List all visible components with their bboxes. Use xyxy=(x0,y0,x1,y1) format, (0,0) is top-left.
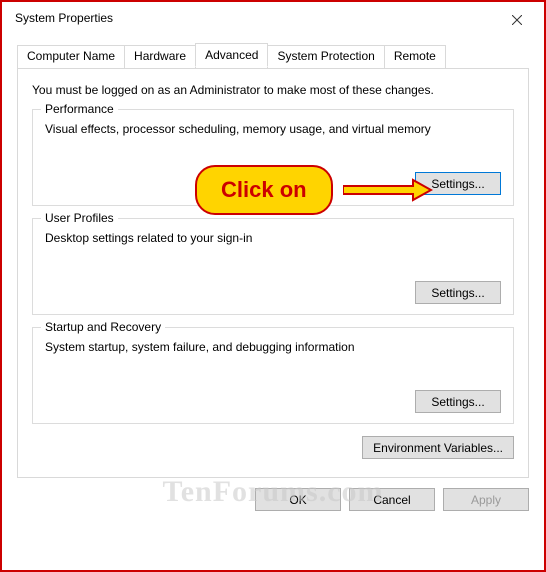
tab-advanced[interactable]: Advanced xyxy=(195,43,268,67)
ok-button[interactable]: OK xyxy=(255,488,341,511)
environment-variables-button[interactable]: Environment Variables... xyxy=(362,436,514,459)
content-area: Computer Name Hardware Advanced System P… xyxy=(5,39,541,478)
user-profiles-settings-button[interactable]: Settings... xyxy=(415,281,501,304)
group-user-profiles-desc: Desktop settings related to your sign-in xyxy=(45,231,501,245)
tab-system-protection[interactable]: System Protection xyxy=(267,45,384,69)
cancel-button[interactable]: Cancel xyxy=(349,488,435,511)
group-startup-recovery: Startup and Recovery System startup, sys… xyxy=(32,327,514,424)
callout-text: Click on xyxy=(221,177,307,202)
startup-recovery-settings-button[interactable]: Settings... xyxy=(415,390,501,413)
close-icon xyxy=(512,15,522,25)
group-startup-recovery-actions: Settings... xyxy=(45,390,501,413)
group-performance-title: Performance xyxy=(41,102,118,116)
callout-bubble: Click on xyxy=(195,165,333,215)
group-startup-recovery-desc: System startup, system failure, and debu… xyxy=(45,340,501,354)
window-title: System Properties xyxy=(15,11,113,25)
group-user-profiles-actions: Settings... xyxy=(45,281,501,304)
group-startup-recovery-title: Startup and Recovery xyxy=(41,320,165,334)
titlebar: System Properties xyxy=(5,5,541,39)
tab-strip: Computer Name Hardware Advanced System P… xyxy=(17,45,529,69)
tab-hardware[interactable]: Hardware xyxy=(124,45,196,69)
close-button[interactable] xyxy=(497,7,537,33)
tab-remote[interactable]: Remote xyxy=(384,45,446,69)
tab-panel-advanced: You must be logged on as an Administrato… xyxy=(17,68,529,478)
group-user-profiles: User Profiles Desktop settings related t… xyxy=(32,218,514,315)
group-performance-desc: Visual effects, processor scheduling, me… xyxy=(45,122,501,136)
system-properties-window: System Properties Computer Name Hardware… xyxy=(5,5,541,567)
apply-button[interactable]: Apply xyxy=(443,488,529,511)
tab-computer-name[interactable]: Computer Name xyxy=(17,45,125,69)
admin-notice: You must be logged on as an Administrato… xyxy=(32,83,514,97)
annotation-callout: Click on xyxy=(195,165,333,215)
environment-variables-row: Environment Variables... xyxy=(32,436,514,459)
dialog-button-row: OK Cancel Apply xyxy=(5,478,541,515)
group-user-profiles-title: User Profiles xyxy=(41,211,118,225)
